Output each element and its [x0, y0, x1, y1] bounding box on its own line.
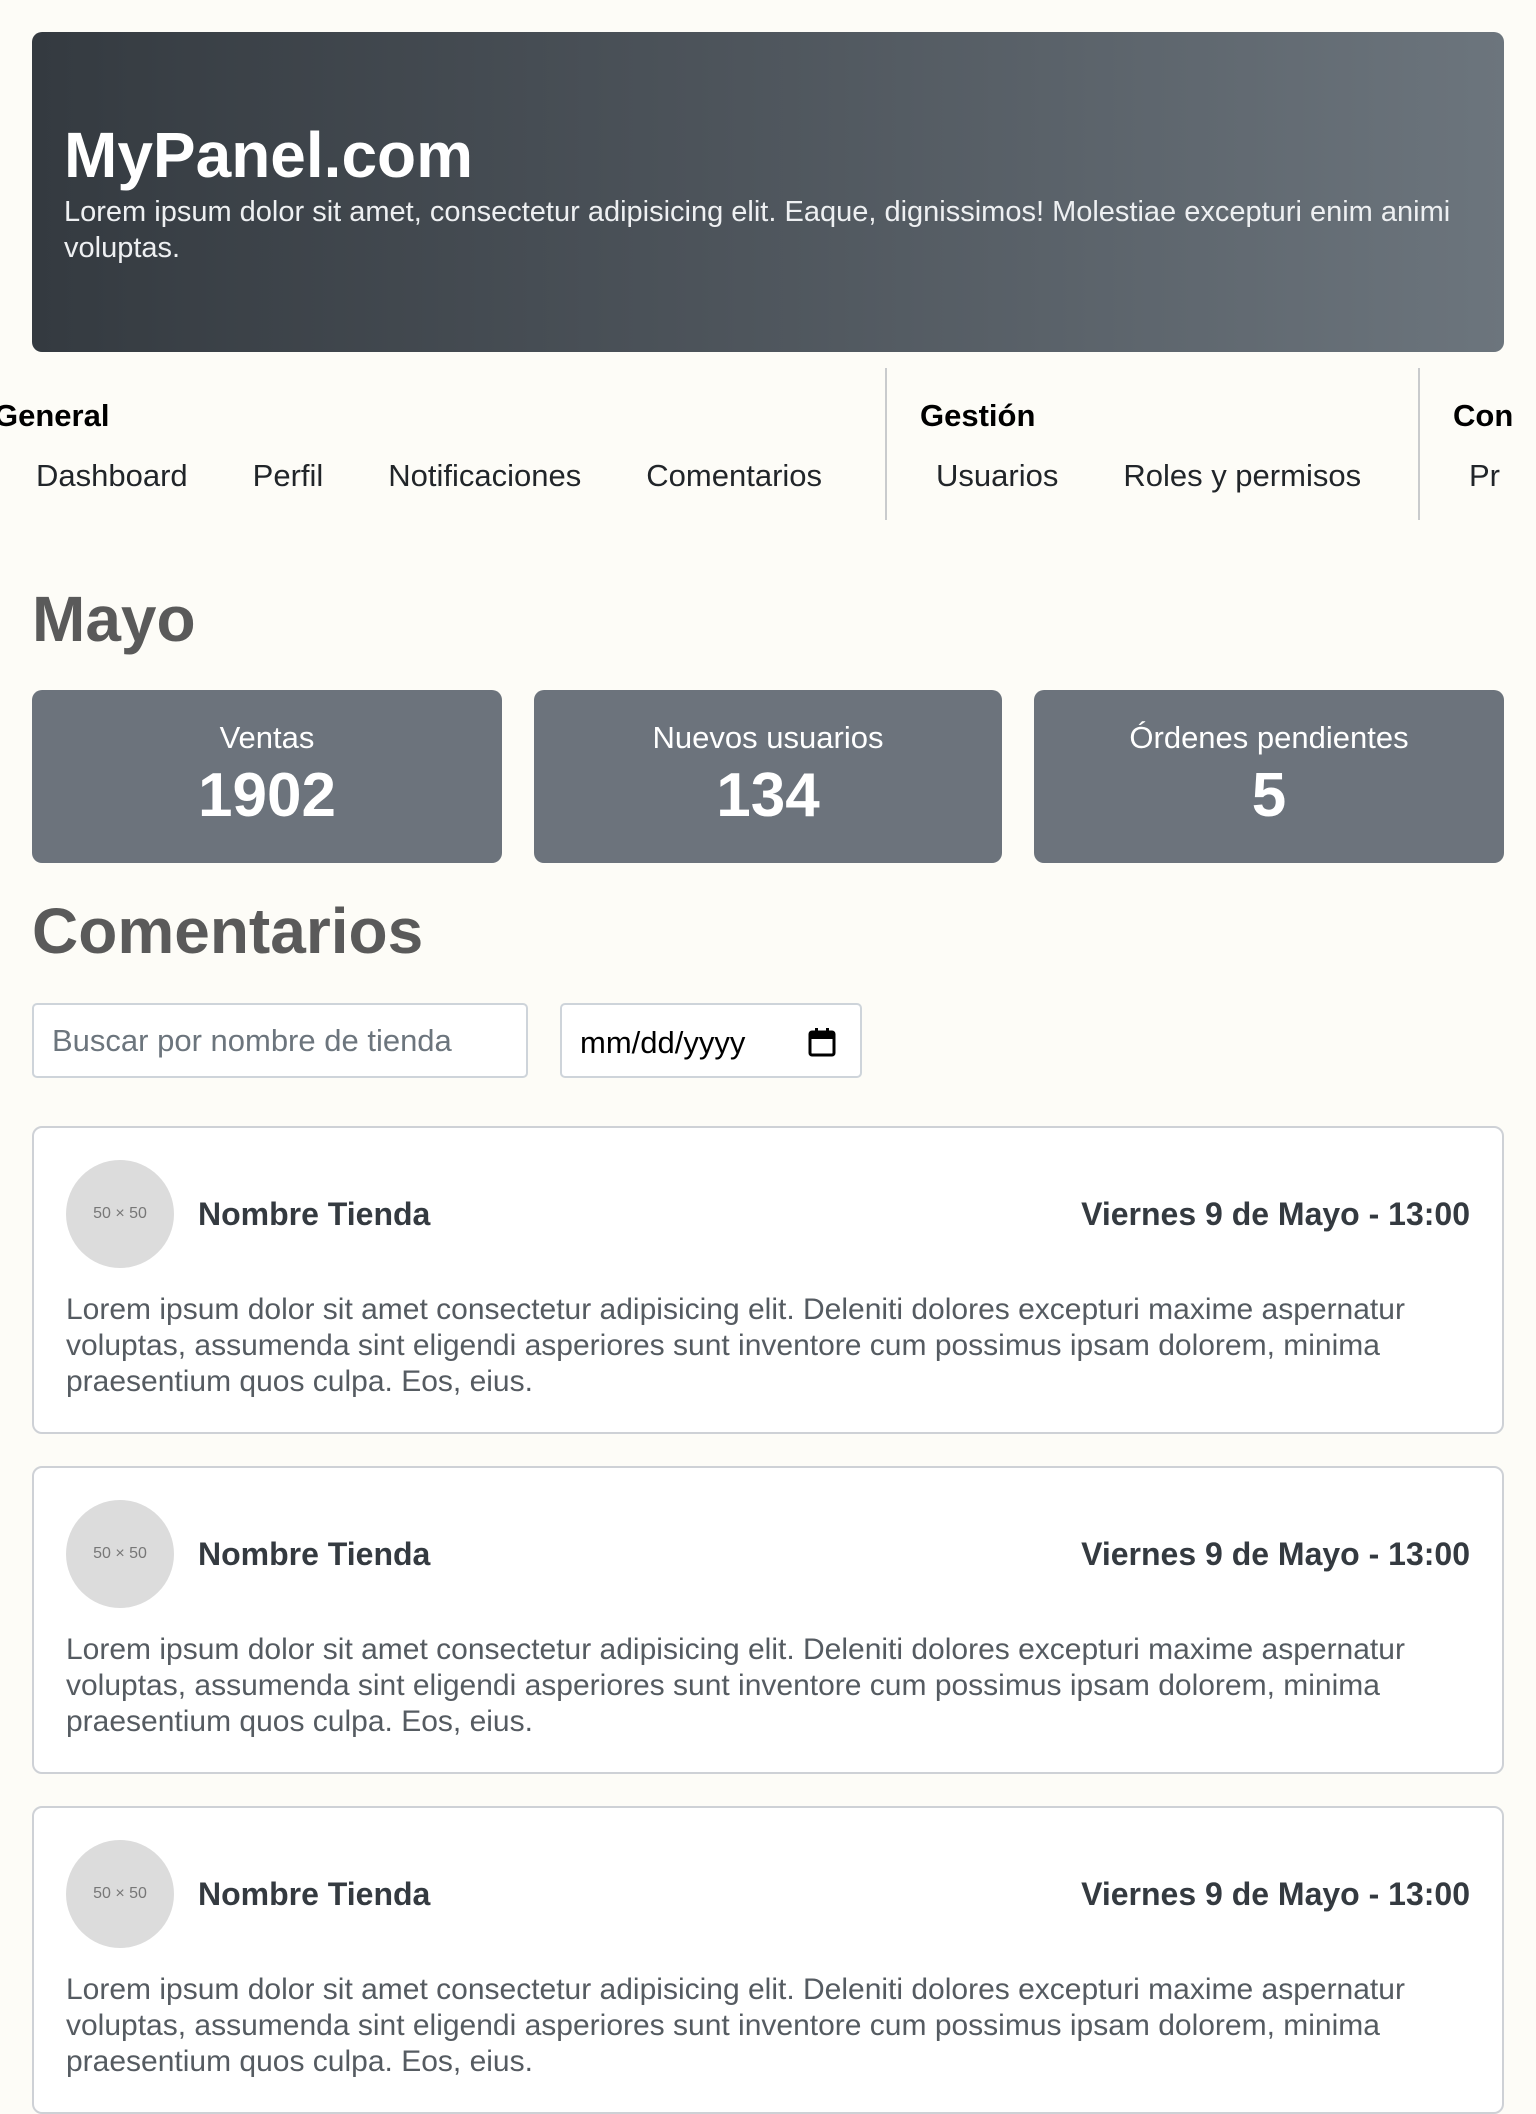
comment-date: Viernes 9 de Mayo - 13:00	[1081, 1876, 1470, 1912]
comment-date: Viernes 9 de Mayo - 13:00	[1081, 1196, 1470, 1232]
nav-item-dashboard[interactable]: Dashboard	[36, 458, 188, 494]
store-name: Nombre Tienda	[198, 1196, 431, 1232]
nav-item-roles-permisos[interactable]: Roles y permisos	[1123, 458, 1361, 494]
stat-label: Ventas	[219, 720, 315, 755]
stat-label: Órdenes pendientes	[1129, 720, 1409, 755]
site-subtitle: Lorem ipsum dolor sit amet, consectetur …	[64, 196, 1451, 265]
nav-group-gestion: Gestión Usuarios Roles y permisos	[887, 368, 1418, 520]
store-name: Nombre Tienda	[198, 1876, 431, 1912]
stat-card-ordenes-pendientes: Órdenes pendientes 5	[1034, 690, 1504, 863]
date-placeholder: mm/dd/yyyy	[580, 1025, 746, 1060]
nav-group-config: Con Pr	[1420, 368, 1536, 520]
nav-item-usuarios[interactable]: Usuarios	[936, 458, 1058, 494]
nav-group-title: Con	[1453, 398, 1514, 433]
nav-group-title: Gestión	[920, 398, 1036, 433]
comment-card: 50 × 50 Nombre Tienda Viernes 9 de Mayo …	[32, 1466, 1504, 1774]
comment-text: Lorem ipsum dolor sit amet consectetur a…	[66, 1973, 1405, 2078]
comment-text: Lorem ipsum dolor sit amet consectetur a…	[66, 1633, 1405, 1738]
site-title: MyPanel.com	[64, 119, 474, 191]
nav-item-pr[interactable]: Pr	[1469, 458, 1500, 494]
stat-value: 1902	[198, 761, 336, 830]
store-search-input[interactable]	[32, 1003, 528, 1078]
store-avatar: 50 × 50	[66, 1160, 174, 1268]
nav-item-notificaciones[interactable]: Notificaciones	[388, 458, 581, 494]
comment-date: Viernes 9 de Mayo - 13:00	[1081, 1536, 1470, 1572]
store-avatar: 50 × 50	[66, 1840, 174, 1948]
stat-card-nuevos-usuarios: Nuevos usuarios 134	[534, 690, 1002, 863]
main-nav: General Dashboard Perfil Notificaciones Com…	[0, 368, 1536, 520]
stat-value: 5	[1251, 761, 1287, 830]
stat-card-ventas: Ventas 1902	[32, 690, 502, 863]
nav-group-title: General	[0, 398, 110, 433]
store-name: Nombre Tienda	[198, 1536, 431, 1572]
stat-label: Nuevos usuarios	[652, 720, 884, 755]
comment-card: 50 × 50 Nombre Tienda Viernes 9 de Mayo …	[32, 1806, 1504, 2114]
stat-value: 134	[716, 761, 820, 830]
nav-item-perfil[interactable]: Perfil	[253, 458, 324, 494]
nav-item-comentarios[interactable]: Comentarios	[646, 458, 822, 494]
date-filter-input[interactable]: mm/dd/yyyy	[560, 1003, 862, 1078]
store-avatar: 50 × 50	[66, 1500, 174, 1608]
comment-card: 50 × 50 Nombre Tienda Viernes 9 de Mayo …	[32, 1126, 1504, 1434]
calendar-icon[interactable]	[808, 1027, 836, 1057]
comments-title: Comentarios	[32, 895, 424, 967]
nav-group-general: General Dashboard Perfil Notificaciones Com…	[0, 368, 885, 520]
site-header: MyPanel.com Lorem ipsum dolor sit amet, …	[32, 32, 1504, 352]
comment-text: Lorem ipsum dolor sit amet consectetur a…	[66, 1293, 1405, 1398]
month-title: Mayo	[32, 583, 196, 655]
